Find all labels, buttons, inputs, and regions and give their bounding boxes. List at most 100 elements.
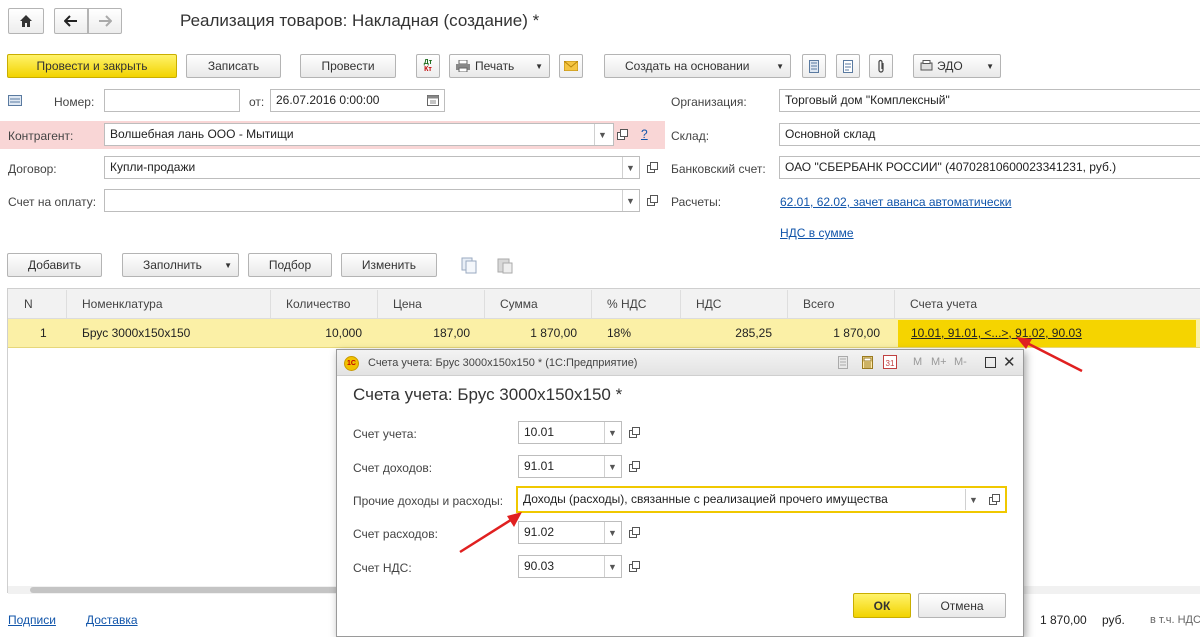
col-sum[interactable]: Сумма — [500, 290, 538, 318]
org-field[interactable]: Торговый дом "Комплексный" — [779, 89, 1200, 112]
scrollbar-thumb[interactable] — [30, 587, 360, 593]
vat-link[interactable]: НДС в сумме — [780, 226, 854, 240]
1c-logo-icon: 1С — [344, 356, 359, 371]
dialog-window-title: Счета учета: Брус 3000x150x150 * (1С:Пре… — [368, 357, 638, 369]
warehouse-label: Склад: — [671, 129, 710, 143]
col-vat-rate[interactable]: % НДС — [607, 290, 646, 318]
attachment-button[interactable] — [869, 54, 893, 78]
vat-account-dropdown[interactable]: ▼ — [604, 556, 620, 577]
footer-total: 1 870,00 — [1040, 613, 1087, 627]
create-based-on-button[interactable]: Создать на основании ▼ — [604, 54, 791, 78]
counterparty-value: Волшебная лань ООО - Мытищи — [110, 127, 294, 141]
change-button[interactable]: Изменить — [341, 253, 437, 277]
copy-row-button[interactable] — [460, 256, 478, 277]
row-accounts-link[interactable]: 10.01, 91.01, <...>, 91.02, 90.03 — [911, 320, 1082, 347]
col-qty[interactable]: Количество — [286, 290, 350, 318]
open-icon — [628, 427, 640, 438]
cancel-button[interactable]: Отмена — [918, 593, 1006, 618]
chevron-down-icon: ▼ — [626, 195, 635, 206]
home-icon — [20, 15, 32, 27]
post-button[interactable]: Провести — [300, 54, 396, 78]
edo-button[interactable]: ЭДО ▼ — [913, 54, 1001, 78]
invoice-dropdown[interactable]: ▼ — [622, 190, 638, 211]
open-icon — [646, 195, 658, 206]
vat-account-open[interactable] — [625, 556, 643, 577]
counterparty-open[interactable] — [613, 124, 631, 145]
bank-field[interactable]: ОАО "СБЕРБАНК РОССИИ" (40702810600023341… — [779, 156, 1200, 179]
paperclip-icon — [878, 59, 884, 73]
row-total: 1 870,00 — [833, 326, 880, 340]
other-income-dropdown[interactable]: ▼ — [965, 489, 981, 510]
close-icon[interactable]: ✕ — [1003, 353, 1016, 371]
number-field[interactable] — [104, 89, 240, 112]
chevron-down-icon: ▼ — [626, 162, 635, 173]
date-field[interactable]: 26.07.2016 0:00:00 — [270, 89, 445, 112]
calendar-button[interactable] — [427, 94, 441, 107]
ok-button[interactable]: ОК — [853, 593, 911, 618]
report-button[interactable] — [802, 54, 826, 78]
chevron-down-icon: ▼ — [608, 461, 617, 472]
col-vat[interactable]: НДС — [696, 290, 721, 318]
income-dropdown[interactable]: ▼ — [604, 456, 620, 477]
other-income-field[interactable]: Доходы (расходы), связанные с реализацие… — [516, 486, 1007, 513]
col-price[interactable]: Цена — [393, 290, 422, 318]
expense-open[interactable] — [625, 522, 643, 543]
settlements-link[interactable]: 62.01, 62.02, зачет аванса автоматически — [780, 195, 1011, 209]
col-item[interactable]: Номенклатура — [82, 290, 163, 318]
col-divider — [787, 290, 788, 318]
email-button[interactable] — [559, 54, 583, 78]
maximize-icon[interactable] — [985, 357, 996, 368]
col-divider — [270, 290, 271, 318]
expense-dropdown[interactable]: ▼ — [604, 522, 620, 543]
delivery-link[interactable]: Доставка — [86, 613, 138, 627]
warehouse-field[interactable]: Основной склад — [779, 123, 1200, 146]
edo-label: ЭДО — [937, 59, 963, 73]
fill-button[interactable]: Заполнить ▼ — [122, 253, 239, 277]
pick-button[interactable]: Подбор — [248, 253, 332, 277]
help-link[interactable]: ? — [641, 127, 648, 141]
add-button[interactable]: Добавить — [7, 253, 102, 277]
signatures-link[interactable]: Подписи — [8, 613, 56, 627]
contract-open[interactable] — [643, 157, 661, 178]
chevron-down-icon: ▼ — [608, 427, 617, 438]
income-open[interactable] — [625, 456, 643, 477]
col-accounts[interactable]: Счета учета — [910, 290, 977, 318]
dt-kt-button[interactable]: Дт Кт — [416, 54, 440, 78]
print-button[interactable]: Печать ▼ — [449, 54, 550, 78]
contract-value: Купли-продажи — [110, 160, 196, 174]
back-button[interactable] — [54, 8, 88, 34]
save-button[interactable]: Записать — [186, 54, 281, 78]
account-label: Счет учета: — [353, 427, 417, 441]
invoice-open[interactable] — [643, 190, 661, 211]
dialog-list-button[interactable] — [838, 356, 848, 372]
chevron-down-icon: ▼ — [986, 61, 994, 71]
account-dropdown[interactable]: ▼ — [604, 422, 620, 443]
open-icon — [616, 129, 628, 140]
account-open[interactable] — [625, 422, 643, 443]
memory-m-button[interactable]: M — [913, 356, 922, 368]
invoice-field[interactable] — [104, 189, 640, 212]
col-total[interactable]: Всего — [803, 290, 834, 318]
other-income-open[interactable] — [985, 489, 1003, 510]
other-income-label: Прочие доходы и расходы: — [353, 494, 504, 508]
income-label: Счет доходов: — [353, 461, 433, 475]
document-button[interactable] — [836, 54, 860, 78]
paste-row-button[interactable] — [496, 256, 514, 277]
dialog-calculator-button[interactable] — [862, 356, 873, 372]
dt-kt-icon: Дт Кт — [423, 59, 433, 73]
calculator-icon — [862, 356, 873, 369]
post-and-close-button[interactable]: Провести и закрыть — [7, 54, 177, 78]
col-n[interactable]: N — [24, 290, 33, 318]
col-divider — [894, 290, 895, 318]
memory-minus-button[interactable]: M- — [954, 356, 967, 368]
calendar-icon[interactable]: 31 — [883, 355, 897, 369]
contract-dropdown[interactable]: ▼ — [622, 157, 638, 178]
home-button[interactable] — [8, 8, 44, 34]
row-qty: 10,000 — [325, 326, 362, 340]
counterparty-field[interactable]: Волшебная лань ООО - Мытищи — [104, 123, 614, 146]
counterparty-dropdown[interactable]: ▼ — [594, 124, 610, 145]
contract-field[interactable]: Купли-продажи — [104, 156, 640, 179]
copy-icon — [461, 257, 477, 274]
forward-button[interactable] — [88, 8, 122, 34]
memory-plus-button[interactable]: M+ — [931, 356, 947, 368]
